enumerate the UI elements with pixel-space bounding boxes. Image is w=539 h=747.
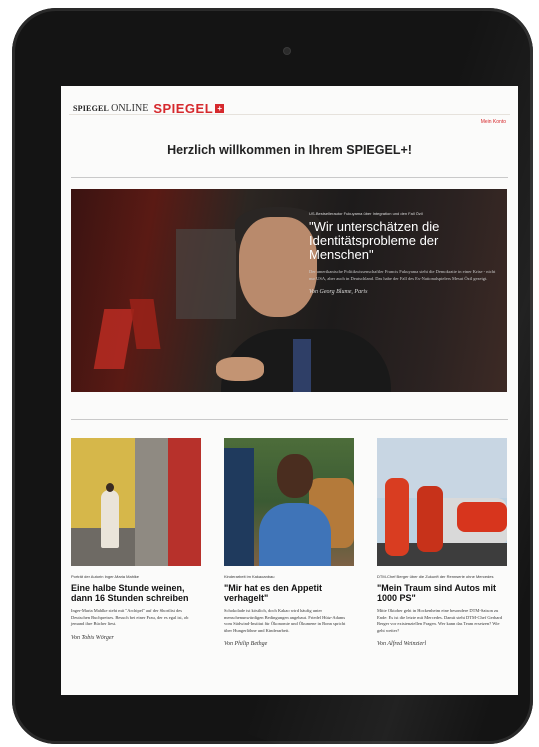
article-title[interactable]: Eine halbe Stunde weinen, dann 16 Stunde… — [71, 583, 201, 603]
logo-plus-sign: + — [215, 103, 225, 113]
hero-image-person — [293, 339, 311, 392]
hero-teaser: Der amerikanische Politikwissenschaftler… — [309, 269, 496, 281]
site-logo[interactable]: SPIEGEL ONLINE SPIEGEL + — [73, 101, 225, 116]
account-link[interactable]: Mein Konto — [481, 119, 506, 125]
section-divider — [71, 177, 508, 178]
hero-author: Von Georg Blume, Paris — [309, 289, 368, 295]
header-divider — [69, 114, 510, 115]
hero-image-person — [216, 357, 264, 381]
article-card[interactable]: Porträt der Autorin Inger-Maria Mahlke E… — [71, 438, 201, 641]
hero-text: US-Bestsellerautor Fukuyama über Integra… — [309, 211, 497, 295]
article-kicker: DTM-Chef Berger über die Zukunft der Ren… — [377, 574, 494, 579]
hero-image-detail — [93, 309, 135, 369]
logo-online: ONLINE — [111, 102, 149, 114]
hero-image-person — [239, 217, 317, 317]
article-image[interactable] — [224, 438, 354, 566]
tablet-frame: SPIEGEL ONLINE SPIEGEL + Mein Konto Herz… — [12, 8, 533, 744]
hero-image-detail — [176, 229, 236, 319]
article-teaser: Inger-Maria Mahlke steht mit "Archipel" … — [71, 608, 189, 626]
article-card[interactable]: DTM-Chef Berger über die Zukunft der Ren… — [377, 438, 507, 647]
article-author: Von Tobis Wörger — [71, 634, 114, 641]
article-teaser: Mitte Oktober geht in Hockenheim eine be… — [377, 608, 503, 633]
logo-spiegel: SPIEGEL — [73, 103, 110, 113]
section-divider — [71, 419, 508, 420]
article-kicker: Porträt der Autorin Inger-Maria Mahlke — [71, 574, 140, 579]
article-image[interactable] — [71, 438, 201, 566]
welcome-heading: Herzlich willkommen in Ihrem SPIEGEL+! — [167, 143, 412, 157]
article-author: Von Alfred Weinzierl — [377, 641, 427, 647]
article-image[interactable] — [377, 438, 507, 566]
screen: SPIEGEL ONLINE SPIEGEL + Mein Konto Herz… — [61, 86, 518, 695]
hero-image-detail — [129, 299, 161, 349]
article-author: Von Philip Bethge — [224, 641, 268, 647]
hero-article[interactable]: US-Bestsellerautor Fukuyama über Integra… — [71, 189, 507, 392]
article-title[interactable]: "Mein Traum sind Autos mit 1000 PS" — [377, 583, 507, 603]
hero-kicker: US-Bestsellerautor Fukuyama über Integra… — [309, 211, 423, 216]
article-teaser: Schokolade ist köstlich, doch Kakao wird… — [224, 608, 346, 633]
article-card[interactable]: Kinderarbeit im Kakaoanbau "Mir hat es d… — [224, 438, 354, 647]
article-title[interactable]: "Mir hat es den Appetit verhagelt" — [224, 583, 354, 603]
article-kicker: Kinderarbeit im Kakaoanbau — [224, 574, 275, 579]
front-camera — [284, 48, 290, 54]
hero-title[interactable]: "Wir unterschätzen die Identitätsproblem… — [309, 220, 497, 262]
